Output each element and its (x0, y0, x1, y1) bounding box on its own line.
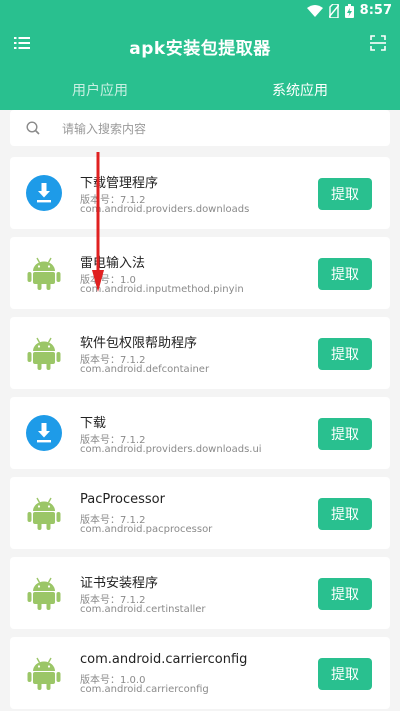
status-bar: 8:57 (0, 0, 400, 24)
toolbar: apk安装包提取器 (0, 30, 400, 60)
tab-bar: 用户应用 系统应用 (0, 70, 400, 108)
app-package: com.android.certinstaller (80, 604, 206, 615)
app-name: 下载 (80, 416, 107, 431)
list-item[interactable]: com.android.carrierconfig 版本号：1.0.0 com.an… (10, 637, 390, 709)
wifi-icon (306, 4, 323, 17)
extract-button[interactable]: 提取 (318, 178, 372, 210)
app-name: 雷电输入法 (80, 256, 146, 271)
app-header: 8:57 apk安装包提取器 用户应用 系统应用 (0, 0, 400, 110)
extract-button[interactable]: 提取 (318, 498, 372, 530)
no-sim-icon (328, 3, 339, 18)
tab-user-apps[interactable]: 用户应用 (0, 70, 200, 108)
list-item[interactable]: 下载 版本号：7.1.2 com.android.providers.downloa… (10, 397, 390, 469)
app-list: 下载管理程序 版本号：7.1.2 com.android.providers.dow… (10, 157, 390, 711)
scan-icon[interactable] (370, 35, 386, 51)
android-icon (27, 337, 61, 370)
battery-charging-icon (344, 3, 354, 18)
status-time: 8:57 (359, 3, 392, 18)
app-package: com.android.providers.downloads.ui (80, 444, 262, 455)
app-package: com.android.carrierconfig (80, 684, 209, 695)
app-name: com.android.carrierconfig (80, 652, 248, 667)
app-package: com.android.defcontainer (80, 364, 210, 375)
search-icon (26, 121, 40, 135)
android-icon (27, 257, 61, 290)
app-package: com.android.pacprocessor (80, 524, 213, 535)
extract-button[interactable]: 提取 (318, 258, 372, 290)
arrow-annotation (92, 152, 104, 292)
extract-button[interactable]: 提取 (318, 658, 372, 690)
list-item[interactable]: 证书安装程序 版本号：7.1.2 com.android.certinstaller… (10, 557, 390, 629)
download-icon (26, 175, 62, 211)
page-title: apk安装包提取器 (129, 39, 271, 59)
search-input[interactable]: 请输入搜索内容 (10, 110, 390, 146)
list-item[interactable]: 软件包权限帮助程序 版本号：7.1.2 com.android.defcontain… (10, 317, 390, 389)
extract-button[interactable]: 提取 (318, 578, 372, 610)
app-name: 软件包权限帮助程序 (80, 336, 198, 351)
android-icon (27, 497, 61, 530)
search-placeholder: 请输入搜索内容 (62, 122, 147, 136)
list-item[interactable]: PacProcessor 版本号：7.1.2 com.android.pacproc… (10, 477, 390, 549)
extract-button[interactable]: 提取 (318, 338, 372, 370)
download-icon (26, 415, 62, 451)
tab-system-apps[interactable]: 系统应用 (200, 70, 400, 108)
android-icon (27, 577, 61, 610)
app-name: 证书安装程序 (80, 576, 159, 591)
app-package: com.android.providers.downloads (80, 204, 250, 215)
android-icon (27, 657, 61, 690)
app-package: com.android.inputmethod.pinyin (80, 284, 244, 295)
list-item[interactable]: 下载管理程序 版本号：7.1.2 com.android.providers.dow… (10, 157, 390, 229)
list-item[interactable]: 雷电输入法 版本号：1.0 com.android.inputmethod.piny… (10, 237, 390, 309)
app-name: PacProcessor (80, 492, 165, 507)
extract-button[interactable]: 提取 (318, 418, 372, 450)
